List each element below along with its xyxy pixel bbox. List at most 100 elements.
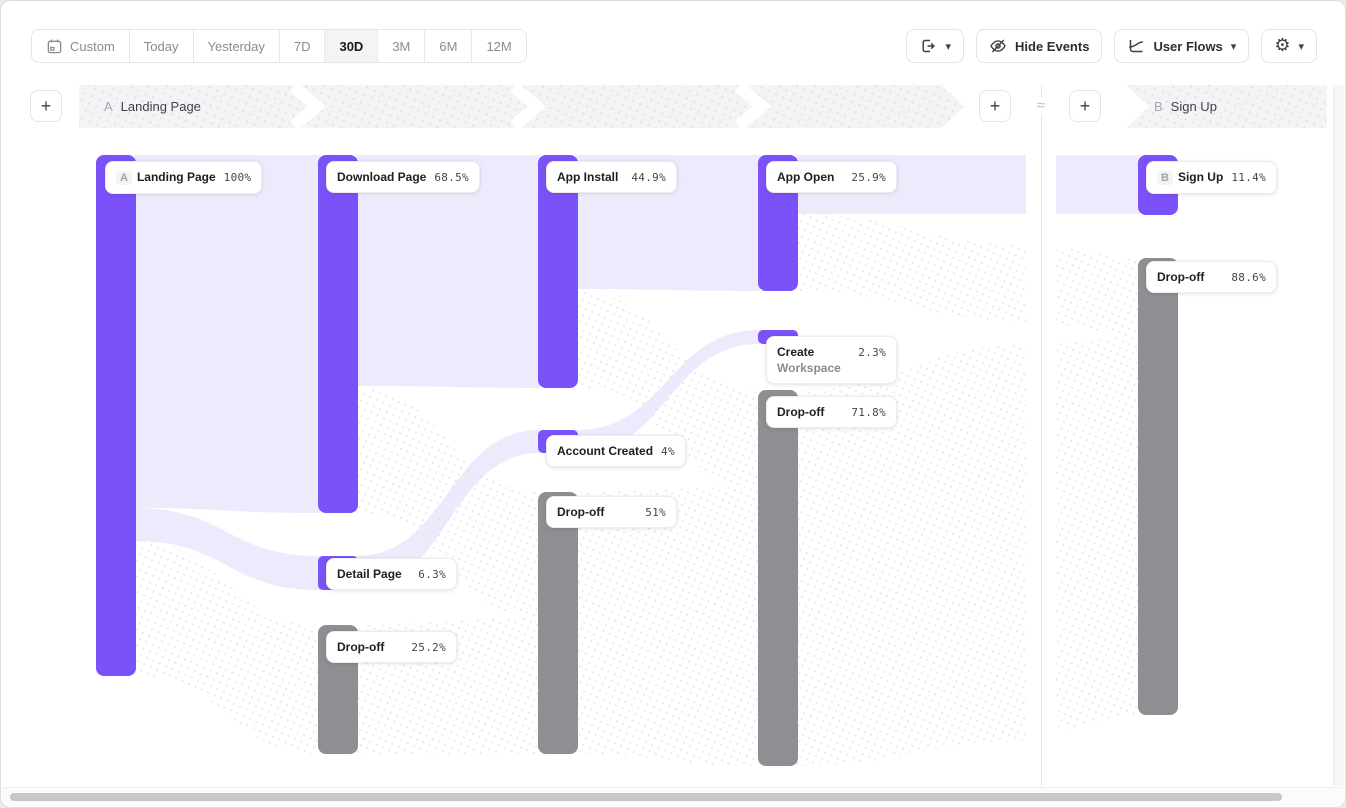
section-divider	[1041, 85, 1042, 786]
flow-appopen-to-dropoff5-right	[1056, 248, 1140, 337]
horizontal-scrollbar[interactable]	[2, 787, 1344, 806]
node-percent: 6.3%	[418, 568, 446, 581]
hide-events-label: Hide Events	[1015, 39, 1089, 54]
date-range-6m[interactable]: 6M	[424, 30, 471, 62]
date-range-label: 30D	[339, 39, 363, 54]
date-range-label: Custom	[70, 39, 115, 54]
date-range-today[interactable]: Today	[129, 30, 193, 62]
flow-landing-to-download	[134, 155, 320, 513]
date-range-label: 6M	[439, 39, 457, 54]
chevron-separator-icon	[294, 87, 317, 126]
approx-symbol: ≈	[1030, 97, 1052, 114]
node-label-dropoff-step3[interactable]: Drop-off 51%	[546, 496, 677, 528]
node-name: Drop-off	[1157, 270, 1204, 284]
node-percent: 4%	[661, 445, 675, 458]
node-name: Create	[777, 345, 814, 359]
step-b-badge: B	[1154, 99, 1163, 114]
node-badge: A	[116, 171, 132, 185]
bar-landing-page[interactable]	[96, 155, 136, 676]
add-step-button-right[interactable]: +	[1069, 90, 1101, 122]
node-name: Detail Page	[337, 567, 402, 581]
node-name-line2: Workspace	[777, 361, 841, 375]
node-percent: 11.4%	[1231, 171, 1266, 184]
gear-icon: ⚙	[1274, 37, 1290, 55]
node-percent: 100%	[224, 171, 252, 184]
bar-dropoff-step4[interactable]	[758, 390, 798, 766]
node-label-detail-page[interactable]: Detail Page 6.3%	[326, 558, 457, 590]
node-label-dropoff-step4[interactable]: Drop-off 71.8%	[766, 396, 897, 428]
node-name: Drop-off	[557, 505, 604, 519]
node-label-app-install[interactable]: App Install 44.9%	[546, 161, 677, 193]
flow-appopen-to-signup-right	[1056, 155, 1140, 214]
top-toolbar: Custom Today Yesterday 7D 30D 3M 6M 12M …	[1, 1, 1345, 79]
node-label-dropoff-step2[interactable]: Drop-off 25.2%	[326, 631, 457, 663]
date-range-3m[interactable]: 3M	[377, 30, 424, 62]
flow-landing-to-dropoff2	[134, 541, 320, 754]
node-label-landing-page[interactable]: ALanding Page 100%	[105, 161, 262, 194]
date-range-7d[interactable]: 7D	[279, 30, 325, 62]
bar-dropoff-step3[interactable]	[538, 492, 578, 754]
node-name: ALanding Page	[116, 170, 216, 185]
user-flows-label: User Flows	[1153, 39, 1222, 54]
date-range-yesterday[interactable]: Yesterday	[193, 30, 279, 62]
funnel-step-a-header[interactable]: A Landing Page	[104, 85, 201, 128]
node-label-dropoff-step5[interactable]: Drop-off 88.6%	[1146, 261, 1277, 293]
node-percent: 25.9%	[851, 171, 886, 184]
bar-dropoff-step5[interactable]	[1138, 258, 1178, 715]
chart-type-button[interactable]: User Flows ▾	[1114, 29, 1249, 63]
date-range-label: 12M	[486, 39, 511, 54]
node-percent: 44.9%	[631, 171, 666, 184]
vertical-scrollbar[interactable]	[1333, 85, 1344, 786]
caret-down-icon: ▾	[945, 41, 951, 52]
flow-appopen-to-dropoff5-left	[796, 214, 1026, 321]
date-range-control: Custom Today Yesterday 7D 30D 3M 6M 12M	[31, 29, 527, 63]
node-percent: 25.2%	[411, 641, 446, 654]
caret-down-icon: ▾	[1231, 41, 1237, 52]
date-range-label: 3M	[392, 39, 410, 54]
step-b-name: Sign Up	[1171, 99, 1217, 114]
export-button[interactable]: ▾	[906, 29, 964, 63]
node-name: App Open	[777, 170, 834, 184]
node-percent: 88.6%	[1231, 271, 1266, 284]
date-range-label: Today	[144, 39, 179, 54]
chevron-separator-icon	[739, 87, 762, 126]
add-step-button-left[interactable]: +	[30, 90, 62, 122]
node-label-app-open[interactable]: App Open 25.9%	[766, 161, 897, 193]
horizontal-scrollbar-thumb[interactable]	[10, 793, 1282, 801]
node-badge: B	[1157, 171, 1173, 185]
date-range-30d[interactable]: 30D	[324, 30, 377, 62]
node-percent: 2.3%	[858, 346, 886, 359]
node-percent: 71.8%	[851, 406, 886, 419]
eye-off-icon	[989, 37, 1007, 55]
node-name: Drop-off	[777, 405, 824, 419]
node-percent: 51%	[645, 506, 666, 519]
node-label-account-created[interactable]: Account Created 4%	[546, 435, 686, 467]
node-label-create-workspace[interactable]: Create 2.3% Workspace	[766, 336, 897, 384]
date-range-label: Yesterday	[208, 39, 265, 54]
date-range-12m[interactable]: 12M	[471, 30, 525, 62]
node-label-sign-up[interactable]: BSign Up 11.4%	[1146, 161, 1277, 194]
node-name: Download Page	[337, 170, 426, 184]
flow-landing-to-detail	[134, 508, 320, 590]
flow-links-dropoff	[134, 214, 1140, 766]
funnel-step-b-header[interactable]: B Sign Up	[1154, 85, 1217, 128]
chevron-separator-icon	[514, 87, 537, 126]
funnel-step-band-a[interactable]	[79, 85, 964, 128]
node-name: Account Created	[557, 444, 653, 458]
step-a-name: Landing Page	[121, 99, 201, 114]
add-step-button-middle[interactable]: +	[979, 90, 1011, 122]
bar-download-page[interactable]	[318, 155, 358, 513]
node-percent: 68.5%	[434, 171, 469, 184]
flow-dropoff4-to-dropoff5-right	[1056, 337, 1140, 729]
toolbar-right-group: ▾ Hide Events User Flows ▾ ⚙	[906, 29, 1317, 63]
hide-events-button[interactable]: Hide Events	[976, 29, 1102, 63]
node-name: Drop-off	[337, 640, 384, 654]
settings-button[interactable]: ⚙ ▾	[1261, 29, 1317, 63]
caret-down-icon: ▾	[1298, 41, 1304, 52]
date-range-custom[interactable]: Custom	[32, 30, 129, 62]
flow-dropoff3-to-dropoff4	[576, 487, 760, 766]
node-name: BSign Up	[1157, 170, 1223, 185]
user-flows-chart-icon	[1127, 37, 1145, 55]
node-label-download-page[interactable]: Download Page 68.5%	[326, 161, 480, 193]
calendar-icon	[46, 38, 63, 55]
